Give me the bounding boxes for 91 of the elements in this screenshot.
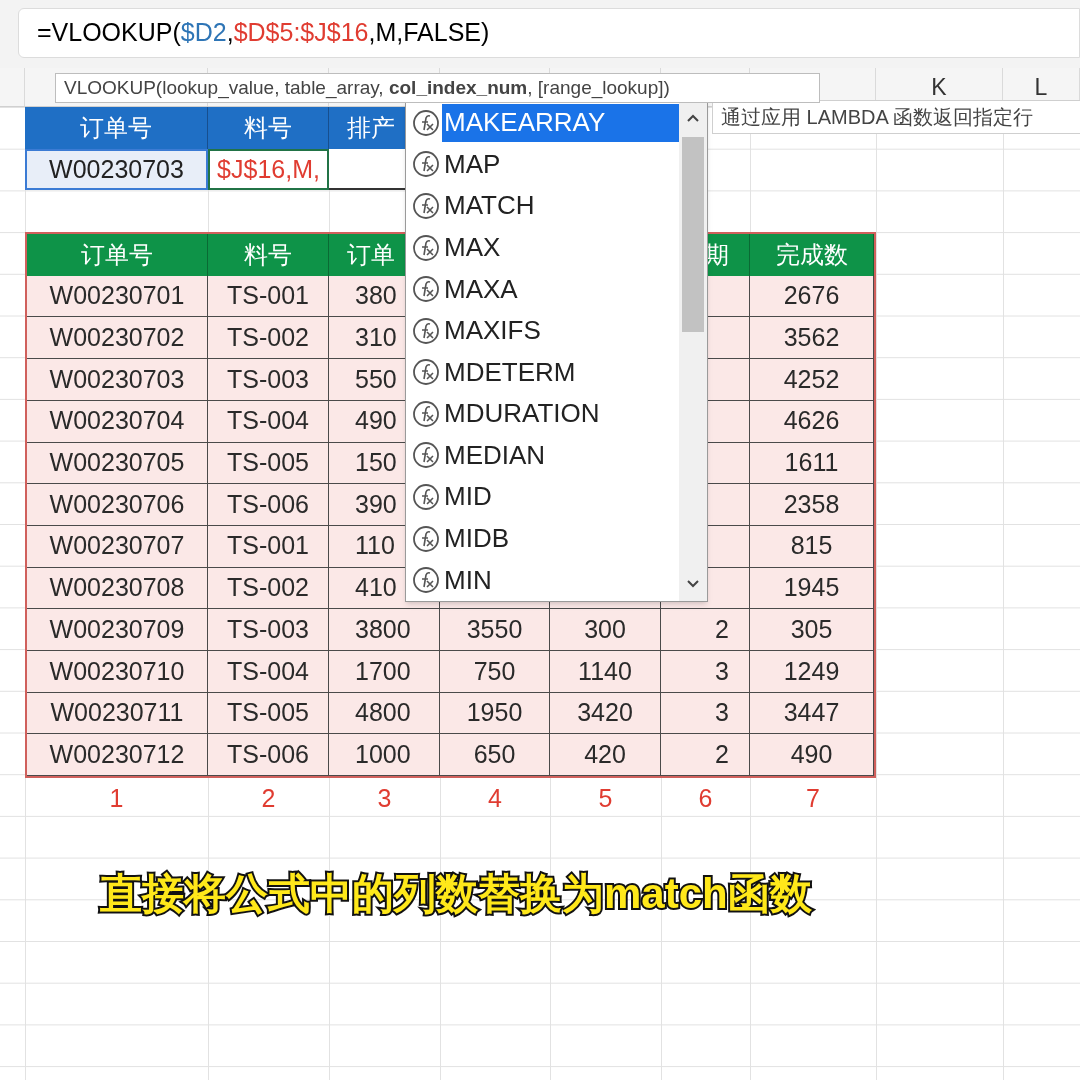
table-cell: W00230704 bbox=[27, 400, 208, 443]
table-cell: 1950 bbox=[440, 692, 550, 735]
table-cell: 300 bbox=[550, 609, 661, 651]
function-icon bbox=[412, 441, 440, 470]
table-cell: 3 bbox=[661, 692, 750, 735]
column-number: 2 bbox=[261, 783, 276, 815]
column-number: 1 bbox=[109, 783, 124, 815]
table-cell: 4252 bbox=[750, 359, 874, 401]
header-cell: 料号 bbox=[208, 234, 329, 276]
table-cell: 2 bbox=[661, 609, 750, 651]
table-cell: 650 bbox=[440, 734, 550, 776]
table-cell: 3447 bbox=[750, 692, 874, 735]
table-cell: 1700 bbox=[329, 650, 440, 693]
function-icon bbox=[412, 108, 440, 137]
table-cell: 1249 bbox=[750, 650, 874, 693]
table-cell: TS-001 bbox=[208, 275, 329, 318]
table-cell: TS-003 bbox=[208, 609, 329, 651]
table-cell[interactable]: W00230703 bbox=[25, 148, 208, 191]
table-cell[interactable]: $J$16,M, bbox=[208, 148, 329, 191]
formula-text: $D2 bbox=[180, 17, 227, 49]
table-cell: 2 bbox=[661, 734, 750, 776]
table-cell: W00230707 bbox=[27, 525, 208, 568]
table-cell: 2676 bbox=[750, 275, 874, 318]
table-cell: 4800 bbox=[329, 692, 440, 735]
table-cell: W00230711 bbox=[27, 692, 208, 735]
table-cell: W00230709 bbox=[27, 609, 208, 651]
table-cell: TS-001 bbox=[208, 525, 329, 568]
table-cell: W00230701 bbox=[27, 275, 208, 318]
table-cell: 490 bbox=[750, 734, 874, 776]
function-icon bbox=[412, 483, 440, 511]
function-icon bbox=[412, 358, 440, 387]
table-cell: W00230710 bbox=[27, 650, 208, 693]
table-cell: 305 bbox=[750, 609, 874, 651]
table-cell: W00230703 bbox=[27, 359, 208, 401]
table-cell: 4626 bbox=[750, 400, 874, 443]
formula-text: =VLOOKUP( bbox=[37, 17, 181, 49]
function-description-tooltip: 通过应用 LAMBDA 函数返回指定行 bbox=[712, 100, 1080, 134]
table-cell: 1611 bbox=[750, 442, 874, 485]
header-cell: 料号 bbox=[208, 107, 329, 149]
table-cell: W00230702 bbox=[27, 317, 208, 360]
function-item[interactable]: MATCH bbox=[412, 185, 679, 227]
function-icon bbox=[412, 233, 440, 262]
header-cell: 完成数 bbox=[750, 234, 874, 276]
column-number: 6 bbox=[698, 783, 713, 815]
table-cell: 1140 bbox=[550, 650, 661, 693]
table-cell: 3 bbox=[661, 650, 750, 693]
table-cell: TS-004 bbox=[208, 650, 329, 693]
formula-text: $D$5:$J$16 bbox=[233, 17, 369, 49]
table-cell: 3420 bbox=[550, 692, 661, 735]
table-cell: TS-003 bbox=[208, 359, 329, 401]
table-cell: TS-002 bbox=[208, 567, 329, 610]
function-signature-tooltip: VLOOKUP(lookup_value, table_array, col_index_num, [range_lookup]) bbox=[55, 73, 820, 103]
function-icon bbox=[412, 524, 440, 553]
table-cell: 3800 bbox=[329, 609, 440, 651]
table-cell: 3550 bbox=[440, 609, 550, 651]
table-cell: 815 bbox=[750, 525, 874, 568]
table-cell: W00230712 bbox=[27, 734, 208, 776]
table-cell: TS-004 bbox=[208, 400, 329, 443]
formula-text: ,M,FALSE) bbox=[368, 17, 490, 49]
table-cell: W00230708 bbox=[27, 567, 208, 610]
formula-text: , bbox=[226, 17, 234, 49]
header-cell: 订单号 bbox=[25, 107, 208, 149]
table-cell: TS-006 bbox=[208, 734, 329, 776]
table-cell: 2358 bbox=[750, 484, 874, 526]
column-number: 4 bbox=[488, 783, 502, 815]
table-cell: W00230706 bbox=[27, 484, 208, 526]
column-number: 7 bbox=[806, 783, 820, 815]
table-cell: TS-005 bbox=[208, 442, 329, 485]
table-cell: 750 bbox=[440, 650, 550, 693]
scroll-up-icon[interactable] bbox=[686, 113, 700, 123]
function-icon bbox=[412, 399, 440, 428]
table-cell: TS-006 bbox=[208, 484, 329, 526]
formula-field[interactable]: =VLOOKUP($D2,$D$5:$J$16,M,FALSE) bbox=[18, 8, 1080, 58]
header-cell: 订单号 bbox=[27, 234, 208, 276]
table-cell: TS-005 bbox=[208, 692, 329, 735]
table-cell: 3562 bbox=[750, 317, 874, 360]
function-icon bbox=[412, 316, 440, 345]
function-icon bbox=[412, 150, 440, 179]
scroll-down-icon[interactable] bbox=[686, 579, 700, 589]
scroll-thumb[interactable] bbox=[682, 137, 704, 332]
table-cell: 420 bbox=[550, 734, 661, 776]
table-cell: W00230705 bbox=[27, 442, 208, 485]
column-number: 3 bbox=[377, 783, 392, 815]
function-icon bbox=[412, 191, 440, 220]
function-icon bbox=[412, 275, 440, 304]
table-cell: 1000 bbox=[329, 734, 440, 776]
function-icon bbox=[412, 566, 440, 595]
column-number: 5 bbox=[598, 783, 613, 815]
table-cell: 1945 bbox=[750, 567, 874, 610]
subtitle: 直接将公式中的列数替换为match函数 bbox=[100, 869, 812, 919]
table-cell: TS-002 bbox=[208, 317, 329, 360]
